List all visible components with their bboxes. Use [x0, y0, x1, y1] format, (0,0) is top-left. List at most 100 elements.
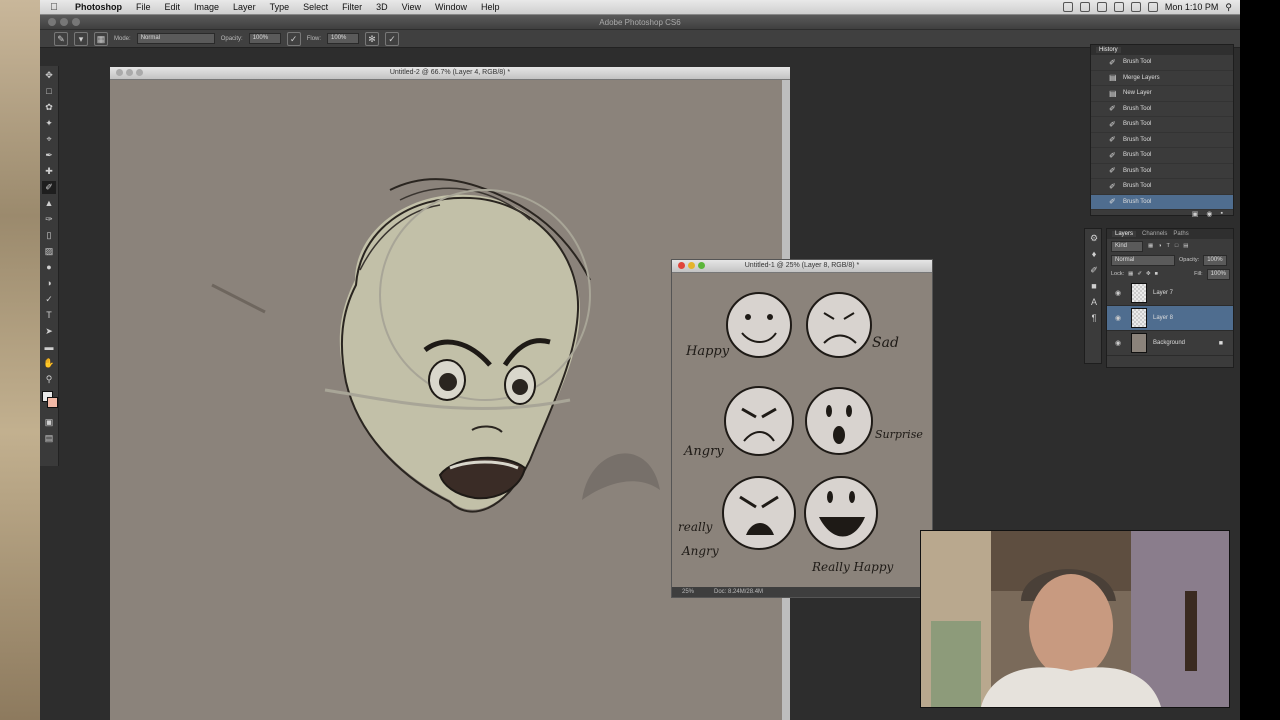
zoom-icon[interactable] [136, 69, 143, 76]
status-icon[interactable] [1079, 2, 1090, 12]
menu-window[interactable]: Window [428, 2, 474, 12]
status-icon[interactable] [1096, 2, 1107, 12]
eye-icon[interactable]: ◉ [1111, 314, 1125, 322]
flow-field[interactable]: 100% [327, 33, 360, 44]
zoom-level[interactable]: 25% [682, 589, 694, 595]
brush-panel-icon[interactable]: ▦ [94, 31, 108, 46]
camera-icon[interactable]: ◉ [1206, 210, 1212, 222]
quick-mask-icon[interactable]: ▣ [42, 416, 56, 429]
battery-icon[interactable] [1147, 2, 1158, 12]
menu-edit[interactable]: Edit [158, 2, 188, 12]
spotlight-icon[interactable]: ⚲ [1225, 2, 1232, 13]
zoom-icon[interactable] [698, 262, 705, 269]
history-item-selected[interactable]: ✐ Brush Tool [1091, 194, 1233, 210]
close-icon[interactable] [678, 262, 685, 269]
gradient-tool-icon[interactable]: ▨ [42, 245, 56, 258]
paragraph-icon[interactable]: ¶ [1087, 312, 1101, 325]
dodge-tool-icon[interactable]: ◑ [42, 277, 56, 290]
blend-mode-select[interactable]: Normal [1111, 254, 1175, 266]
menu-filter[interactable]: Filter [335, 2, 369, 12]
filter-smart-icon[interactable]: ▤ [1183, 243, 1188, 249]
layer-row[interactable]: ◉ Layer 7 [1107, 281, 1233, 306]
tab-layers[interactable]: Layers [1112, 231, 1137, 237]
lock-pixels-icon[interactable]: ▦ [1128, 271, 1133, 277]
menu-select[interactable]: Select [296, 2, 335, 12]
eye-icon[interactable]: ◉ [1111, 339, 1125, 347]
minimize-icon[interactable] [688, 262, 695, 269]
menu-file[interactable]: File [129, 2, 158, 12]
minimize-icon[interactable] [126, 69, 133, 76]
eyedropper-tool-icon[interactable]: ✒ [42, 149, 56, 162]
marquee-tool-icon[interactable]: □ [42, 85, 56, 98]
doc-size[interactable]: Doc: 8.24M/28.4M [714, 589, 763, 595]
history-brush-icon[interactable]: ✑ [42, 213, 56, 226]
layer-row-background[interactable]: ◉ Background ■ [1107, 331, 1233, 356]
pen-tool-icon[interactable]: ✓ [42, 293, 56, 306]
fill-field[interactable]: 100% [1206, 268, 1230, 280]
history-item[interactable]: ▤ Merge Layers [1091, 71, 1233, 86]
history-item[interactable]: ✐ Brush Tool [1091, 179, 1233, 195]
filter-type-icon[interactable]: T [1167, 243, 1170, 249]
new-snapshot-icon[interactable]: ▣ [1192, 210, 1199, 222]
history-item[interactable]: ✐ Brush Tool [1091, 164, 1233, 179]
wifi-icon[interactable] [1113, 2, 1124, 12]
history-item[interactable]: ✐ Brush Tool [1091, 148, 1233, 164]
healing-tool-icon[interactable]: ✚ [42, 165, 56, 178]
lock-move-icon[interactable]: ✥ [1146, 271, 1151, 277]
layer-kind-select[interactable]: Kind [1111, 240, 1143, 252]
layer-opacity-field[interactable]: 100% [1203, 254, 1227, 266]
type-tool-icon[interactable]: T [42, 309, 56, 322]
volume-icon[interactable] [1130, 2, 1141, 12]
close-icon[interactable] [116, 69, 123, 76]
zoom-icon[interactable] [72, 18, 80, 26]
brush-presets-icon[interactable]: ✐ [1087, 264, 1101, 277]
minimize-icon[interactable] [60, 18, 68, 26]
opacity-field[interactable]: 100% [248, 33, 281, 44]
menu-layer[interactable]: Layer [226, 2, 263, 12]
screen-mode-icon[interactable]: ▤ [42, 432, 56, 445]
pressure-opacity-icon[interactable]: ✓ [286, 31, 301, 46]
history-item[interactable]: ✐ Brush Tool [1091, 117, 1233, 133]
mode-select[interactable]: Normal [136, 33, 215, 44]
quick-select-tool-icon[interactable]: ✦ [42, 117, 56, 130]
status-icon[interactable] [1062, 2, 1073, 12]
apple-icon[interactable]:  [40, 2, 68, 13]
zoom-tool-icon[interactable]: ⚲ [42, 373, 56, 386]
clock[interactable]: Mon 1:10 PM [1165, 2, 1219, 12]
lock-brush-icon[interactable]: ✐ [1137, 271, 1142, 277]
crop-tool-icon[interactable]: ⌖ [42, 133, 56, 146]
path-select-tool-icon[interactable]: ➤ [42, 325, 56, 338]
character-icon[interactable]: A [1087, 296, 1101, 309]
trash-icon[interactable]: ▪ [1221, 210, 1223, 222]
airbrush-icon[interactable]: ✻ [365, 31, 380, 46]
brush-tool-icon[interactable]: ✐ [42, 181, 56, 194]
lock-all-icon[interactable]: ■ [1155, 271, 1158, 277]
blur-tool-icon[interactable]: ● [42, 261, 56, 274]
eraser-tool-icon[interactable]: ▯ [42, 229, 56, 242]
close-icon[interactable] [48, 18, 56, 26]
tab-history[interactable]: History [1096, 47, 1121, 53]
tab-paths[interactable]: Paths [1173, 231, 1188, 237]
menu-type[interactable]: Type [263, 2, 297, 12]
tab-channels[interactable]: Channels [1142, 231, 1167, 237]
styles-icon[interactable]: ♦ [1087, 248, 1101, 261]
brush-preset-icon[interactable]: ✎ [54, 31, 68, 46]
background-color-swatch[interactable] [47, 397, 58, 408]
menu-view[interactable]: View [395, 2, 428, 12]
filter-adjust-icon[interactable]: ◑ [1158, 243, 1161, 249]
stamp-tool-icon[interactable]: ▲ [42, 197, 56, 210]
brush-size-icon[interactable]: ▾ [74, 31, 88, 46]
menu-app-name[interactable]: Photoshop [68, 2, 129, 12]
filter-pixel-icon[interactable]: ▦ [1148, 243, 1153, 249]
lasso-tool-icon[interactable]: ✿ [42, 101, 56, 114]
menu-image[interactable]: Image [187, 2, 226, 12]
emotion-sheet-canvas[interactable]: Happy Sad Angry Surprise really Angry Re… [672, 273, 932, 587]
eye-icon[interactable]: ◉ [1111, 289, 1125, 297]
hand-tool-icon[interactable]: ✋ [42, 357, 56, 370]
history-item[interactable]: ▤ New Layer [1091, 86, 1233, 102]
clone-source-icon[interactable]: ■ [1087, 280, 1101, 293]
history-item[interactable]: ✐ Brush Tool [1091, 133, 1233, 148]
menu-help[interactable]: Help [474, 2, 507, 12]
history-item[interactable]: ✐ Brush Tool [1091, 102, 1233, 117]
move-tool-icon[interactable]: ✥ [42, 69, 56, 82]
